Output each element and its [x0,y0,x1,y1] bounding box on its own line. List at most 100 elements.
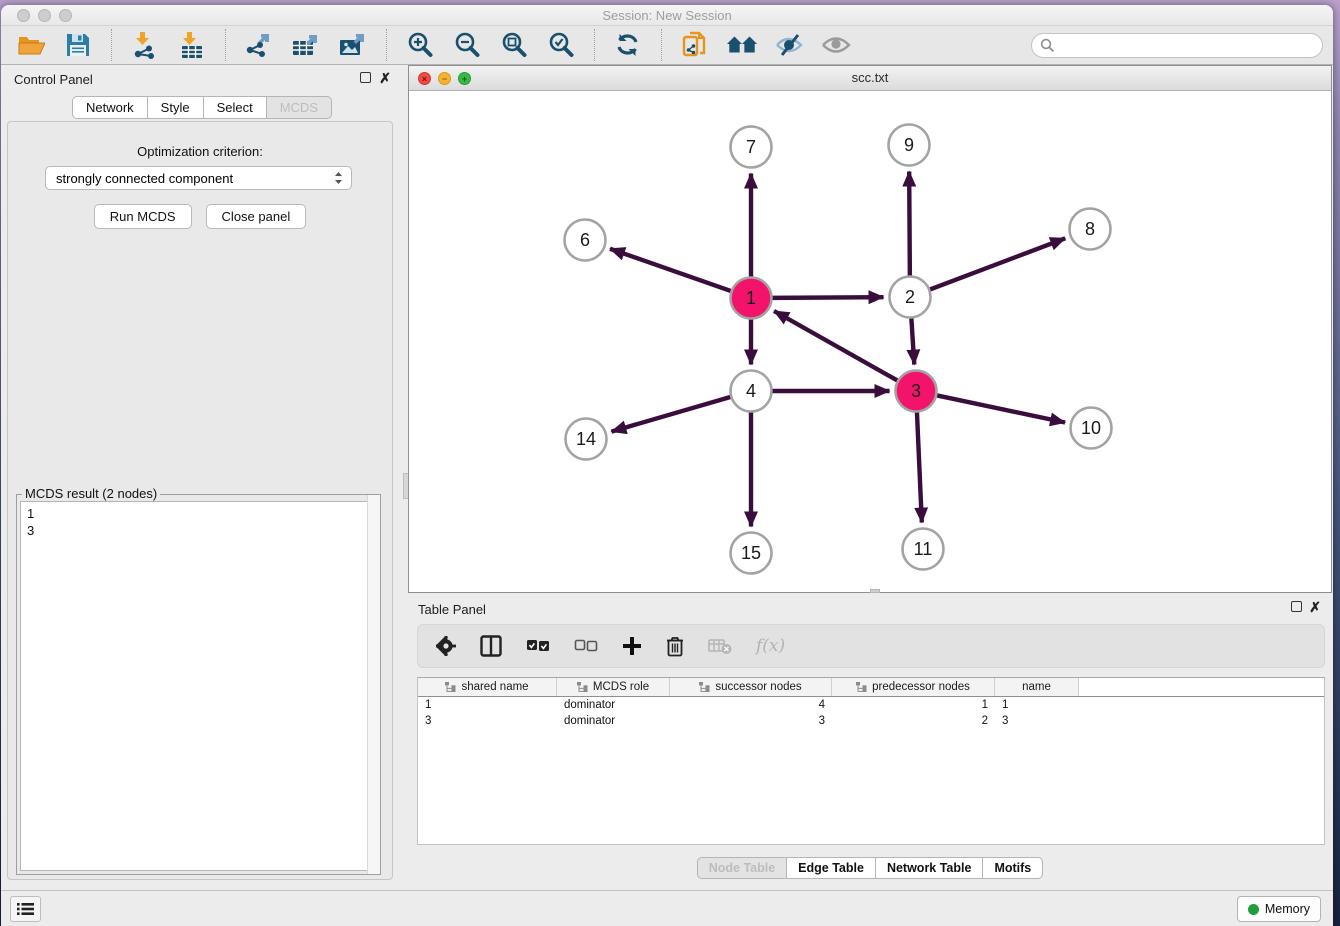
task-history-button[interactable] [10,896,41,922]
table-cell[interactable]: 3 [995,715,1079,727]
network-graph[interactable]: 7968124314101511 [409,91,1332,593]
toolbar-separator [594,29,595,61]
graph-node-label: 3 [911,381,921,401]
toolbar-separator [661,29,662,61]
header-filler [1079,678,1324,696]
table-cell[interactable]: 1 [832,699,995,711]
optimization-criterion-select[interactable]: strongly connected component [45,166,352,190]
search-field[interactable] [1031,33,1323,58]
graph-node-label: 10 [1081,418,1101,438]
selected-criterion: strongly connected component [56,171,334,186]
export-image-icon[interactable] [337,29,369,61]
open-session-icon[interactable] [15,29,47,61]
column-tree-icon [445,682,456,692]
chevron-up-down-icon [334,171,343,185]
tab-select[interactable]: Select [204,96,267,119]
unselect-all-checkboxes-icon[interactable] [574,639,598,653]
table-cell[interactable]: dominator [557,715,670,727]
close-panel-button[interactable]: Close panel [206,204,307,229]
graph-edge-3-10[interactable] [937,395,1065,422]
graph-node-label: 15 [741,543,761,563]
zoom-fit-icon[interactable] [498,29,530,61]
main-titlebar: Session: New Session [1,5,1333,26]
mcds-result-text[interactable]: 1 3 [20,501,377,871]
table-panel-title: Table Panel [418,602,486,617]
float-panel-icon[interactable] [360,72,371,86]
home-icon[interactable] [726,29,758,61]
graph-node-label: 6 [580,230,590,250]
graph-edge-2-9[interactable] [909,171,910,275]
add-column-icon[interactable] [622,636,642,656]
search-input[interactable] [1055,35,1322,55]
result-scrollbar[interactable] [367,495,380,874]
delete-table-icon[interactable] [708,637,732,655]
eye-hidden-icon[interactable] [773,29,805,61]
refresh-icon[interactable] [612,29,644,61]
memory-label: Memory [1265,902,1310,916]
memory-button[interactable]: Memory [1237,896,1321,922]
delete-column-icon[interactable] [666,635,684,657]
table-cell[interactable]: 3 [670,715,832,727]
import-table-icon[interactable] [176,29,208,61]
table-panel: Table Panel ✗ [408,596,1332,890]
mcds-tab-content: Optimization criterion: strongly connect… [7,121,393,880]
column-header-MCDS-role[interactable]: MCDS role [557,678,670,696]
table-cell[interactable]: 2 [832,715,995,727]
graph-node-label: 11 [914,539,933,559]
graph-edge-3-11[interactable] [917,412,922,522]
table-toolbar: f(x) [417,624,1325,668]
graph-edge-4-14[interactable] [611,397,730,432]
tab-network[interactable]: Network [72,96,148,119]
graph-edge-2-8[interactable] [930,238,1065,289]
tab-node-table[interactable]: Node Table [697,857,787,879]
column-header-predecessor-nodes[interactable]: predecessor nodes [832,678,995,696]
column-header-label: MCDS role [593,681,649,693]
tab-edge-table[interactable]: Edge Table [787,857,876,879]
export-table-icon[interactable] [290,29,322,61]
table-cell[interactable]: 1 [418,699,557,711]
gear-icon[interactable] [436,636,456,656]
eye-icon[interactable] [820,29,852,61]
table-cell[interactable]: dominator [557,699,670,711]
columns-icon[interactable] [480,635,502,657]
graph-edge-1-2[interactable] [772,297,883,298]
graph-edge-2-3[interactable] [911,318,914,364]
tab-motifs[interactable]: Motifs [983,857,1043,879]
zoom-selected-icon[interactable] [545,29,577,61]
column-header-label: successor nodes [715,681,801,693]
zoom-in-icon[interactable] [404,29,436,61]
export-network-icon[interactable] [243,29,275,61]
save-session-icon[interactable] [62,29,94,61]
graph-node-label: 1 [746,288,756,308]
zoom-out-icon[interactable] [451,29,483,61]
tab-style[interactable]: Style [148,96,204,119]
column-tree-icon [699,682,710,692]
table-cell[interactable]: 1 [995,699,1079,711]
network-canvas[interactable]: 7968124314101511 [409,91,1331,592]
column-header-label: shared name [461,681,528,693]
column-tree-icon [856,682,867,692]
table-row[interactable]: 3dominator323 [418,713,1324,729]
graph-edge-1-6[interactable] [610,249,731,291]
table-cell[interactable]: 3 [418,715,557,727]
import-network-icon[interactable] [129,29,161,61]
function-builder-icon[interactable]: f(x) [756,636,785,656]
graph-node-label: 7 [746,137,756,157]
table-float-panel-icon[interactable] [1291,601,1302,615]
table-cell[interactable]: 4 [670,699,832,711]
column-header-successor-nodes[interactable]: successor nodes [670,678,832,696]
tab-network-table[interactable]: Network Table [876,857,984,879]
run-mcds-button[interactable]: Run MCDS [94,204,192,229]
column-header-shared-name[interactable]: shared name [418,678,557,696]
table-row[interactable]: 1dominator411 [418,697,1324,713]
graph-edge-3-1[interactable] [774,311,897,380]
table-close-panel-icon[interactable]: ✗ [1309,601,1321,614]
clone-network-icon[interactable] [679,29,711,61]
close-panel-icon[interactable]: ✗ [379,72,391,85]
window-resize-grip[interactable] [870,589,880,593]
column-header-name[interactable]: name [995,678,1079,696]
tab-mcds[interactable]: MCDS [267,96,332,119]
network-window-title: scc.txt [409,70,1331,85]
select-all-checkboxes-icon[interactable] [526,639,550,653]
column-header-label: predecessor nodes [872,681,970,693]
